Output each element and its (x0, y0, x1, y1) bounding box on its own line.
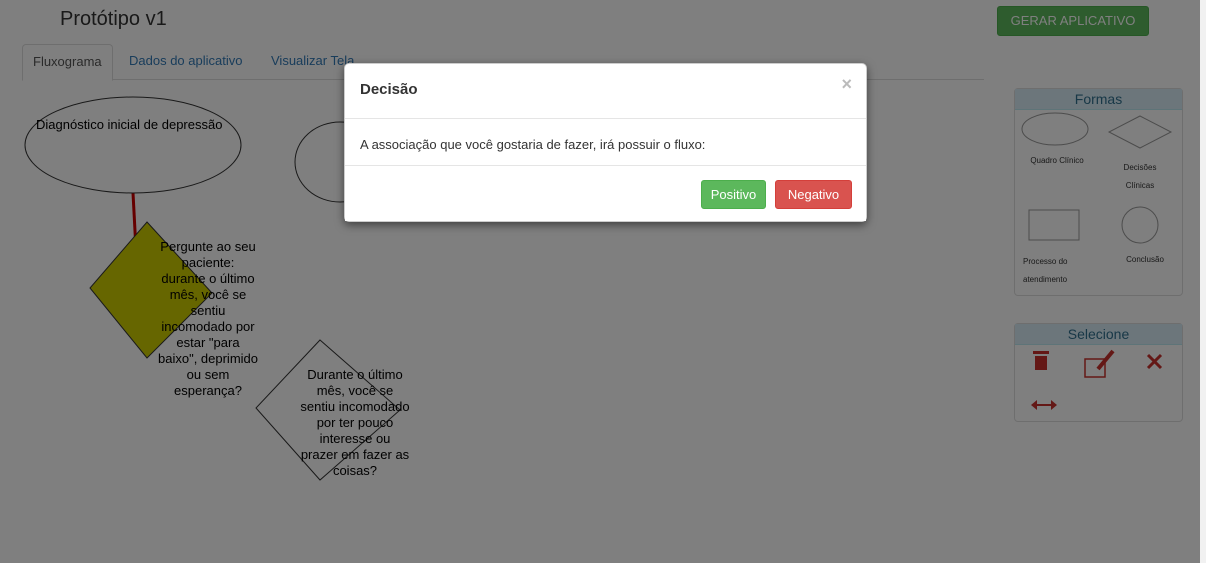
modal-message: A associação que você gostaria de fazer,… (360, 137, 706, 152)
negative-button[interactable]: Negativo (775, 180, 852, 209)
modal-footer: Positivo Negativo (345, 166, 866, 221)
modal-body: A associação que você gostaria de fazer,… (345, 119, 866, 166)
scrollbar[interactable] (1200, 0, 1206, 563)
decision-modal: Decisão × A associação que você gostaria… (344, 63, 867, 222)
close-icon[interactable]: × (841, 74, 852, 95)
positive-button[interactable]: Positivo (701, 180, 766, 209)
modal-header: Decisão × (345, 64, 866, 119)
modal-title: Decisão (360, 81, 418, 98)
